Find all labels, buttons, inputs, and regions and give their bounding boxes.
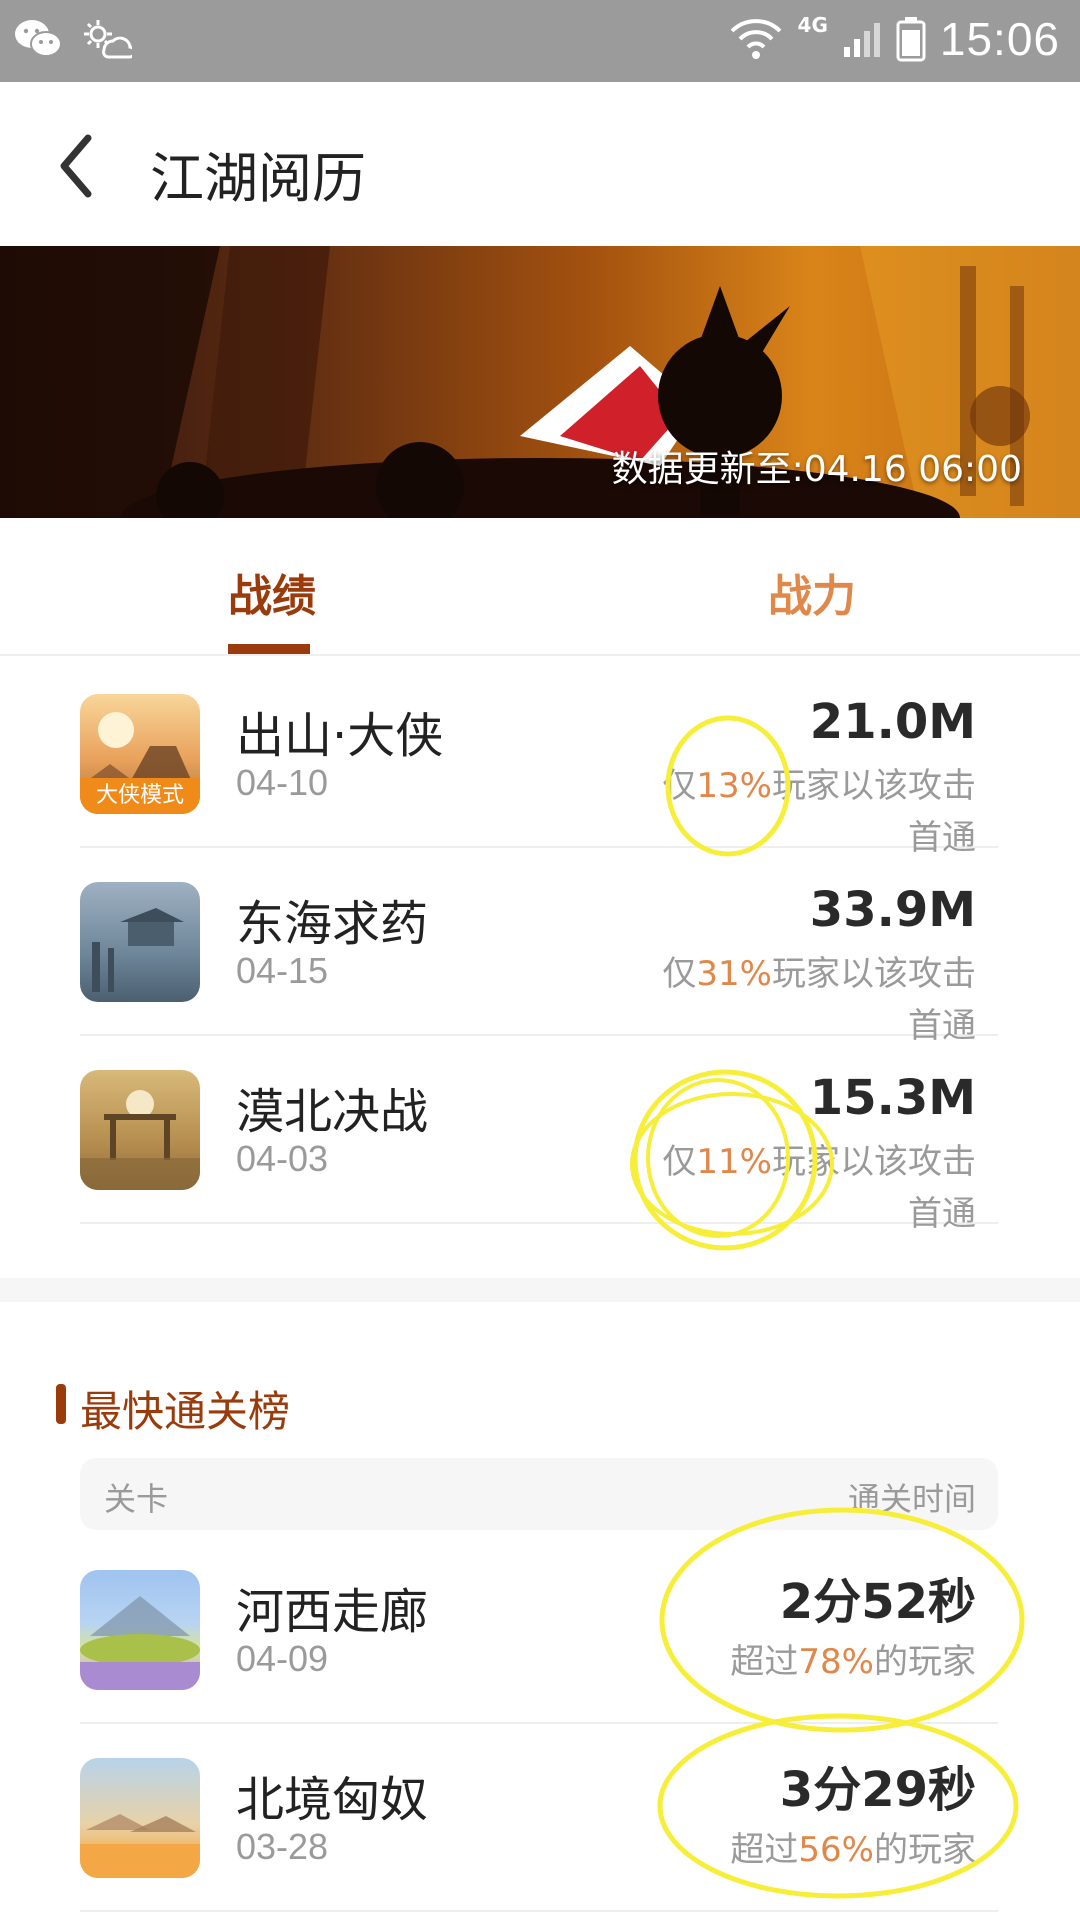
rank-stat: 超过78%的玩家 [730,1634,976,1683]
status-time: 15:06 [939,13,1060,65]
status-right-icons: 4G 15:06 [728,12,1060,66]
rank-stat: 超过56%的玩家 [730,1822,976,1871]
stage-name: 东海求药 [236,896,429,952]
stage-name: 河西走廊 [236,1584,429,1640]
ranking-row[interactable]: 河西走廊 04-09 2分52秒 超过78%的玩家 [80,1534,998,1724]
stage-art-icon [80,1596,200,1690]
attack-score: 21.0M [809,694,976,750]
status-left-icons [14,18,132,60]
stage-name: 漠北决战 [236,1084,429,1140]
mode-badge: 大侠模式 [80,778,200,814]
hero-banner: 数据更新至:04.16 06:00 [0,246,1080,518]
stage-art-icon [92,908,184,992]
attack-score: 15.3M [809,1070,976,1126]
stat-percent: 31% [696,954,772,994]
section-title: 最快通关榜 [80,1387,291,1436]
attack-score: 33.9M [809,882,976,938]
stage-thumbnail [80,1070,200,1190]
stat-suffix: 玩家以该攻击 [772,766,976,806]
stage-thumbnail: 大侠模式 [80,694,200,814]
stat-prefix: 仅 [662,766,697,806]
section-marker [56,1384,66,1424]
stat-percent: 11% [696,1142,772,1182]
battery-icon [896,17,926,62]
wifi-icon [730,19,781,59]
stage-date: 04-09 [236,1638,329,1679]
stat-prefix: 仅 [662,1142,697,1182]
network-type: 4G [797,13,828,37]
stat-prefix: 仅 [662,954,697,994]
ranking-row[interactable]: 北境匈奴 03-28 3分29秒 超过56%的玩家 [80,1722,998,1912]
stage-name: 北境匈奴 [236,1772,429,1828]
stat-percent: 13% [696,766,772,806]
stat-percent: 78% [798,1642,874,1682]
record-stat: 仅11%玩家以该攻击 首通 [616,1136,976,1240]
ranking-header: 关卡 通关时间 [80,1458,998,1530]
stage-date: 04-10 [236,762,329,803]
stage-date: 04-15 [236,950,329,991]
column-stage: 关卡 [104,1480,169,1518]
stage-name: 出山·大侠 [236,708,444,764]
clear-time: 3分29秒 [779,1762,976,1818]
page-title: 江湖阅历 [150,147,366,210]
chevron-left-icon [60,134,92,198]
stat-suffix: 玩家以该攻击 [772,1142,976,1182]
stage-thumbnail [80,1570,200,1690]
status-bar: 4G 15:06 [0,0,1080,82]
active-tab-indicator [228,644,310,654]
record-row[interactable]: 大侠模式 出山·大侠 04-10 21.0M 仅13%玩家以该攻击 首通 [80,658,998,858]
column-clear-time: 通关时间 [847,1480,976,1518]
stat-percent: 56% [798,1830,874,1870]
stage-art-icon [80,1814,200,1878]
tab-bar: 战绩 战力 [0,518,1080,656]
record-row[interactable]: 漠北决战 04-03 15.3M 仅11%玩家以该攻击 首通 [80,1034,998,1234]
stat-prefix: 超过 [730,1642,799,1682]
stat-suffix: 玩家以该攻击 [772,954,976,994]
back-button[interactable] [48,126,118,206]
stat-prefix: 超过 [730,1830,799,1870]
stat-suffix: 的玩家 [874,1642,976,1682]
stage-date: 04-03 [236,1138,329,1179]
stat-suffix: 的玩家 [874,1830,976,1870]
stage-thumbnail [80,882,200,1002]
signal-icon [843,23,880,57]
clear-time: 2分52秒 [779,1574,976,1630]
wechat-icon [15,20,62,57]
data-update-time: 数据更新至:04.16 06:00 [611,449,1022,490]
app-header: 江湖阅历 [0,82,1080,246]
section-divider [0,1278,1080,1302]
tab-power[interactable]: 战力 [768,560,856,624]
tab-records[interactable]: 战绩 [228,560,316,624]
stage-thumbnail [80,1758,200,1878]
stage-art-icon [80,1090,200,1190]
stat-line2: 首通 [908,1194,976,1234]
stage-date: 03-28 [236,1826,329,1867]
record-row[interactable]: 东海求药 04-15 33.9M 仅31%玩家以该攻击 首通 [80,846,998,1046]
weather-icon [84,20,132,59]
